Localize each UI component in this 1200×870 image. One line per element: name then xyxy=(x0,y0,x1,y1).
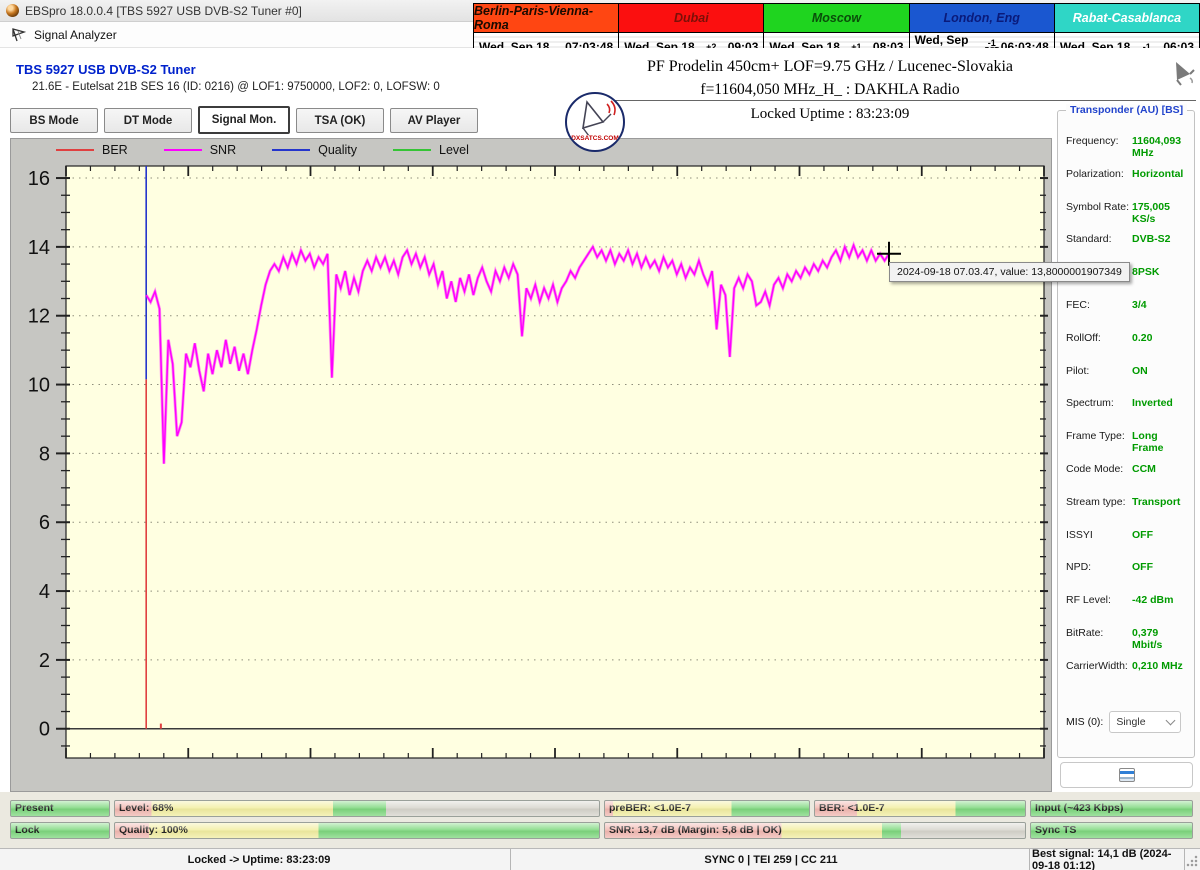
status-best-signal: Best signal: 14,1 dB (2024-09-18 01:12) xyxy=(1032,848,1185,870)
transponder-rows: Frequency: 11604,093 MHz Polarization: Hor… xyxy=(1066,135,1190,693)
transponder-panel: Transponder (AU) [BS] Frequency: 11604,09… xyxy=(1057,104,1195,758)
ebspro-window: EBSpro 18.0.0.4 [TBS 5927 USB DVB-S2 Tun… xyxy=(0,0,1200,870)
tab-tsa[interactable]: TSA (OK) xyxy=(296,108,384,133)
window-title: EBSpro 18.0.0.4 [TBS 5927 USB DVB-S2 Tun… xyxy=(25,3,302,18)
row-frequency: Frequency: 11604,093 MHz xyxy=(1066,135,1182,159)
clock-city-berlin: Berlin-Paris-Vienna-Roma xyxy=(474,4,620,33)
mis-label: MIS (0): xyxy=(1066,716,1104,728)
mode-tabs: BS Mode DT Mode Signal Mon. TSA (OK) AV … xyxy=(10,106,478,134)
clock-city-london: London, Eng xyxy=(909,4,1055,33)
svg-text:2: 2 xyxy=(39,650,50,672)
status-uptime: Locked -> Uptime: 83:23:09 xyxy=(8,849,511,870)
sync-ts-indicator: Sync TS xyxy=(1030,822,1193,839)
snapshot-button[interactable] xyxy=(1060,762,1193,788)
app-icon xyxy=(6,4,19,17)
session-frequency: f=11604,050 MHz_H_ : DAKHLA Radio xyxy=(700,81,960,98)
satellite-dish-icon xyxy=(1176,62,1195,86)
input-indicator: Input (~423 Kbps) xyxy=(1030,800,1193,817)
clock-city-dubai: Dubai xyxy=(619,4,765,33)
svg-text:0: 0 xyxy=(39,719,50,741)
chevron-down-icon xyxy=(1165,715,1176,726)
dxsatcs-logo-text: DXSATCS.COM xyxy=(567,135,623,142)
row-fec: FEC: 3/4 xyxy=(1066,298,1147,311)
session-info: PF Prodelin 450cm+ LOF=9.75 GHz / Lucene… xyxy=(560,56,1100,126)
session-dish: PF Prodelin 450cm+ LOF=9.75 GHz / Lucene… xyxy=(647,58,1013,75)
row-issyi: ISSYI OFF xyxy=(1066,528,1153,541)
world-clock-panel: Berlin-Paris-Vienna-Roma Dubai Moscow Lo… xyxy=(473,3,1200,61)
tab-signal-mon[interactable]: Signal Mon. xyxy=(198,106,290,134)
svg-text:8: 8 xyxy=(39,443,50,465)
svg-text:16: 16 xyxy=(28,168,50,190)
present-indicator: Present xyxy=(10,800,110,817)
svg-text:12: 12 xyxy=(28,306,50,328)
svg-text:14: 14 xyxy=(28,237,50,259)
mis-row: MIS (0): Single xyxy=(1066,711,1190,733)
row-rf-level: RF Level: -42 dBm xyxy=(1066,594,1174,607)
row-code-mode: Code Mode: CCM xyxy=(1066,462,1156,475)
tuner-details: 21.6E - Eutelsat 21B SES 16 (ID: 0216) @… xyxy=(32,81,440,93)
signal-analyzer-icon xyxy=(12,27,26,41)
level-bar: Level: 68% xyxy=(114,800,600,817)
dxsatcs-logo: DXSATCS.COM xyxy=(565,92,625,152)
row-pilot: Pilot: ON xyxy=(1066,364,1148,377)
transponder-panel-title: Transponder (AU) [BS] xyxy=(1066,104,1188,116)
row-rolloff: RollOff: 0.20 xyxy=(1066,331,1153,344)
tab-bs-mode[interactable]: BS Mode xyxy=(10,108,98,133)
row-stream-type: Stream type: Transport xyxy=(1066,495,1181,508)
mis-dropdown[interactable]: Single xyxy=(1109,711,1182,733)
snr-bar: SNR: 13,7 dB (Margin: 5,8 dB | OK) xyxy=(604,822,1026,839)
status-bar: Locked -> Uptime: 83:23:09 SYNC 0 | TEI … xyxy=(0,848,1200,870)
tab-av-player[interactable]: AV Player xyxy=(390,108,478,133)
clock-city-rabat: Rabat-Casablanca xyxy=(1054,4,1200,33)
lock-indicator: Lock xyxy=(10,822,110,839)
chart-tooltip: 2024-09-18 07.03.47, value: 13,800000190… xyxy=(889,262,1130,282)
row-polarization: Polarization: Horizontal xyxy=(1066,167,1184,180)
ber-bar: BER: <1.0E-7 xyxy=(814,800,1026,817)
svg-text:10: 10 xyxy=(28,375,50,397)
row-spectrum: Spectrum: Inverted xyxy=(1066,397,1173,410)
session-uptime: Locked Uptime : 83:23:09 xyxy=(750,106,910,122)
list-icon xyxy=(1118,768,1135,782)
menu-bar: Signal Analyzer xyxy=(0,22,473,48)
row-npd: NPD: OFF xyxy=(1066,561,1153,574)
satellite-dish-logo-icon xyxy=(582,100,616,137)
signal-chart[interactable]: BER SNR Quality Level 0 2 4 6 8 10 12 14 16 xyxy=(10,138,1052,792)
tab-dt-mode[interactable]: DT Mode xyxy=(104,108,192,133)
menu-item-signal-analyzer[interactable]: Signal Analyzer xyxy=(34,28,117,42)
svg-text:6: 6 xyxy=(39,512,50,534)
signal-status-bars: Present Level: 68% preBER: <1.0E-7 BER: … xyxy=(0,792,1200,848)
quality-bar: Quality: 100% xyxy=(114,822,600,839)
row-bitrate: BitRate: 0,379 Mbit/s xyxy=(1066,626,1163,651)
status-sync-counters: SYNC 0 | TEI 259 | CC 211 xyxy=(513,849,1030,870)
preber-bar: preBER: <1.0E-7 xyxy=(604,800,810,817)
row-carrier-width: CarrierWidth: 0,210 MHz xyxy=(1066,659,1183,672)
snr-plot[interactable]: 0 2 4 6 8 10 12 14 16 xyxy=(11,139,1053,793)
resize-grip[interactable] xyxy=(1186,855,1198,867)
svg-text:4: 4 xyxy=(39,581,50,603)
row-symbol-rate: Symbol Rate: 175,005 KS/s xyxy=(1066,200,1170,225)
row-frame-type: Frame Type: Long Frame xyxy=(1066,430,1164,455)
tuner-name: TBS 5927 USB DVB-S2 Tuner xyxy=(16,62,196,77)
clock-city-moscow: Moscow xyxy=(764,4,910,33)
